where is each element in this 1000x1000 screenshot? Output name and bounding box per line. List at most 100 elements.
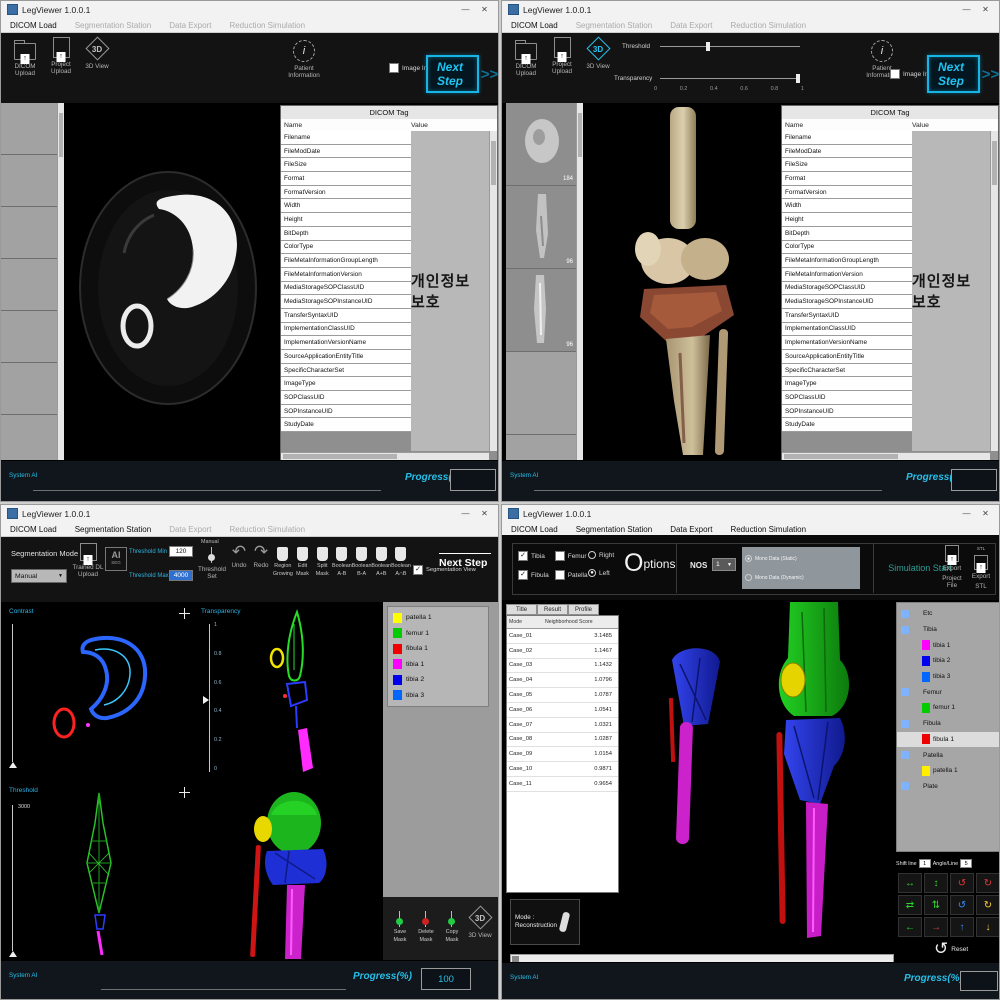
bone-checkbox[interactable]: ✓ Tibia <box>518 551 549 561</box>
data-mode-radio[interactable]: ● Mono Data (Static) <box>745 555 857 562</box>
dicom-tag-row[interactable]: Filename <box>782 131 912 145</box>
minimize-button[interactable]: — <box>959 2 974 17</box>
project-upload-button[interactable]: ↑ Project Upload <box>45 37 77 75</box>
series-slot[interactable] <box>1 259 57 311</box>
series-slot[interactable] <box>1 363 57 415</box>
dicom-upload-button[interactable]: ↑ DICOM Upload <box>9 39 41 77</box>
mask-tool-button[interactable]: Edit Mask <box>293 547 313 577</box>
dicom-tag-row[interactable]: ImageType <box>281 377 411 391</box>
menu-data-export[interactable]: Data Export <box>661 525 721 534</box>
thumbnail-coronal[interactable]: 96 <box>506 186 576 269</box>
menu-data-export[interactable]: Data Export <box>160 21 220 30</box>
mask-tool-button[interactable]: Region Growing <box>273 547 293 577</box>
menu-reduction-simulation[interactable]: Reduction Simulation <box>220 21 314 30</box>
next-step-button[interactable]: Next Step >> <box>927 55 999 93</box>
dicom-tag-row[interactable]: StudyDate <box>782 418 912 432</box>
series-slot[interactable] <box>1 155 57 207</box>
transform-control-button[interactable]: ↕ <box>924 873 948 893</box>
legend-item[interactable]: fibula 1 <box>388 641 488 657</box>
mask-action-button[interactable]: Copy Mask <box>439 911 465 943</box>
transform-control-button[interactable]: ↺ <box>950 895 974 915</box>
legend-item[interactable]: patella 1 <box>388 610 488 626</box>
tag-vertical-scrollbar[interactable] <box>990 131 998 451</box>
dicom-tag-row[interactable]: MediaStorageSOPInstanceUID <box>281 295 411 309</box>
menu-segmentation-station[interactable]: Segmentation Station <box>66 21 161 30</box>
score-row[interactable]: Case_01 3.1485 <box>507 629 618 644</box>
slider-thumb[interactable] <box>706 42 710 51</box>
column-value[interactable]: Value <box>411 122 428 129</box>
close-button[interactable]: ✕ <box>978 2 993 17</box>
tree-item[interactable]: tibia 3 <box>897 669 999 685</box>
threshold-set-button[interactable]: Threshold Set <box>197 547 227 580</box>
legend-item[interactable]: tibia 3 <box>388 688 488 704</box>
tag-horizontal-scrollbar[interactable] <box>782 452 990 460</box>
nos-dropdown[interactable]: 1 ▼ <box>712 558 736 571</box>
minimize-button[interactable]: — <box>458 506 473 521</box>
transform-control-button[interactable]: ↑ <box>950 917 974 937</box>
simulation-3d-viewport[interactable] <box>622 602 894 950</box>
dicom-tag-row[interactable]: Width <box>281 199 411 213</box>
threshold-slider[interactable] <box>660 46 800 47</box>
score-row[interactable]: Case_07 1.0321 <box>507 718 618 733</box>
dicom-tag-row[interactable]: SpecificCharacterSet <box>281 364 411 378</box>
dicom-tag-row[interactable]: ColorType <box>281 241 411 255</box>
tree-item[interactable]: patella 1 <box>897 763 999 779</box>
dicom-tag-row[interactable]: MediaStorageSOPInstanceUID <box>782 295 912 309</box>
dicom-tag-row[interactable]: ColorType <box>782 241 912 255</box>
threshold-preview-viewport[interactable]: Threshold 3000 <box>3 783 195 963</box>
transform-control-button[interactable]: ↻ <box>976 895 1000 915</box>
tag-horizontal-scrollbar[interactable] <box>281 452 489 460</box>
side-radio-right[interactable]: Right <box>588 551 614 559</box>
shift-input[interactable]: 1 <box>919 859 931 868</box>
menu-reduction-simulation[interactable]: Reduction Simulation <box>721 525 815 534</box>
transform-control-button[interactable]: ← <box>898 917 922 937</box>
coronal-overview-viewport[interactable]: Transparency 10.80.60.40.20 <box>197 604 381 780</box>
dicom-tag-row[interactable]: FileMetaInformationGroupLength <box>281 254 411 268</box>
dicom-tag-row[interactable]: SOPInstanceUID <box>281 405 411 419</box>
result-tab[interactable]: Profile <box>568 604 599 615</box>
trained-dl-upload-button[interactable]: ↑ Trained DL Upload <box>71 543 105 578</box>
tree-item[interactable]: Fibula <box>897 716 999 732</box>
mask-action-button[interactable]: Save Mask <box>387 911 413 943</box>
column-score[interactable]: Neighborhood Score <box>545 619 618 625</box>
column-name[interactable]: Name <box>281 122 411 129</box>
menu-dicom-load[interactable]: DICOM Load <box>1 21 66 30</box>
bone-checkbox[interactable]: Patella <box>555 570 588 580</box>
angle-input[interactable]: 5 <box>960 859 972 868</box>
legend-item[interactable]: tibia 1 <box>388 657 488 673</box>
thumbnail-scrollbar[interactable] <box>576 103 583 461</box>
transparency-slider[interactable] <box>660 78 800 79</box>
dicom-tag-row[interactable]: Format <box>281 172 411 186</box>
dicom-tag-row[interactable]: SourceApplicationEntityTitle <box>281 350 411 364</box>
score-row[interactable]: Case_06 1.0541 <box>507 703 618 718</box>
series-slot[interactable] <box>1 103 57 155</box>
slider-thumb[interactable] <box>796 74 800 83</box>
transform-control-button[interactable]: ⇄ <box>898 895 922 915</box>
series-slot[interactable] <box>1 207 57 259</box>
dicom-tag-row[interactable]: StudyDate <box>281 418 411 432</box>
surface-3d-viewport[interactable] <box>197 783 381 963</box>
titlebar[interactable]: LegViewer 1.0.0.1 — ✕ <box>1 505 498 522</box>
thumbnail-sagittal[interactable]: 96 <box>506 269 576 352</box>
tree-item[interactable]: femur 1 <box>897 700 999 716</box>
tree-item[interactable]: tibia 2 <box>897 653 999 669</box>
menu-segmentation-station[interactable]: Segmentation Station <box>567 525 662 534</box>
dicom-tag-row[interactable]: BitDepth <box>281 227 411 241</box>
score-row[interactable]: Case_11 0.9654 <box>507 777 618 792</box>
dicom-tag-row[interactable]: Height <box>281 213 411 227</box>
dicom-tag-row[interactable]: FormatVersion <box>281 186 411 200</box>
menu-segmentation-station[interactable]: Segmentation Station <box>66 525 161 534</box>
result-tab[interactable]: Result <box>537 604 568 615</box>
dicom-tag-row[interactable]: TransferSyntaxUID <box>782 309 912 323</box>
dicom-tag-row[interactable]: FileSize <box>782 158 912 172</box>
tree-item[interactable]: fibula 1 <box>897 732 999 748</box>
3d-view-button[interactable]: 3D 3D View <box>582 38 614 70</box>
menu-data-export[interactable]: Data Export <box>661 21 721 30</box>
menu-dicom-load[interactable]: DICOM Load <box>502 525 567 534</box>
dicom-tag-row[interactable]: MediaStorageSOPClassUID <box>782 282 912 296</box>
dicom-upload-button[interactable]: ↑ DICOM Upload <box>510 39 542 77</box>
transform-control-button[interactable]: ↔ <box>898 873 922 893</box>
redo-button[interactable]: ↷ Redo <box>251 545 271 569</box>
score-row[interactable]: Case_09 1.0154 <box>507 747 618 762</box>
dicom-tag-row[interactable]: ImplementationClassUID <box>782 323 912 337</box>
